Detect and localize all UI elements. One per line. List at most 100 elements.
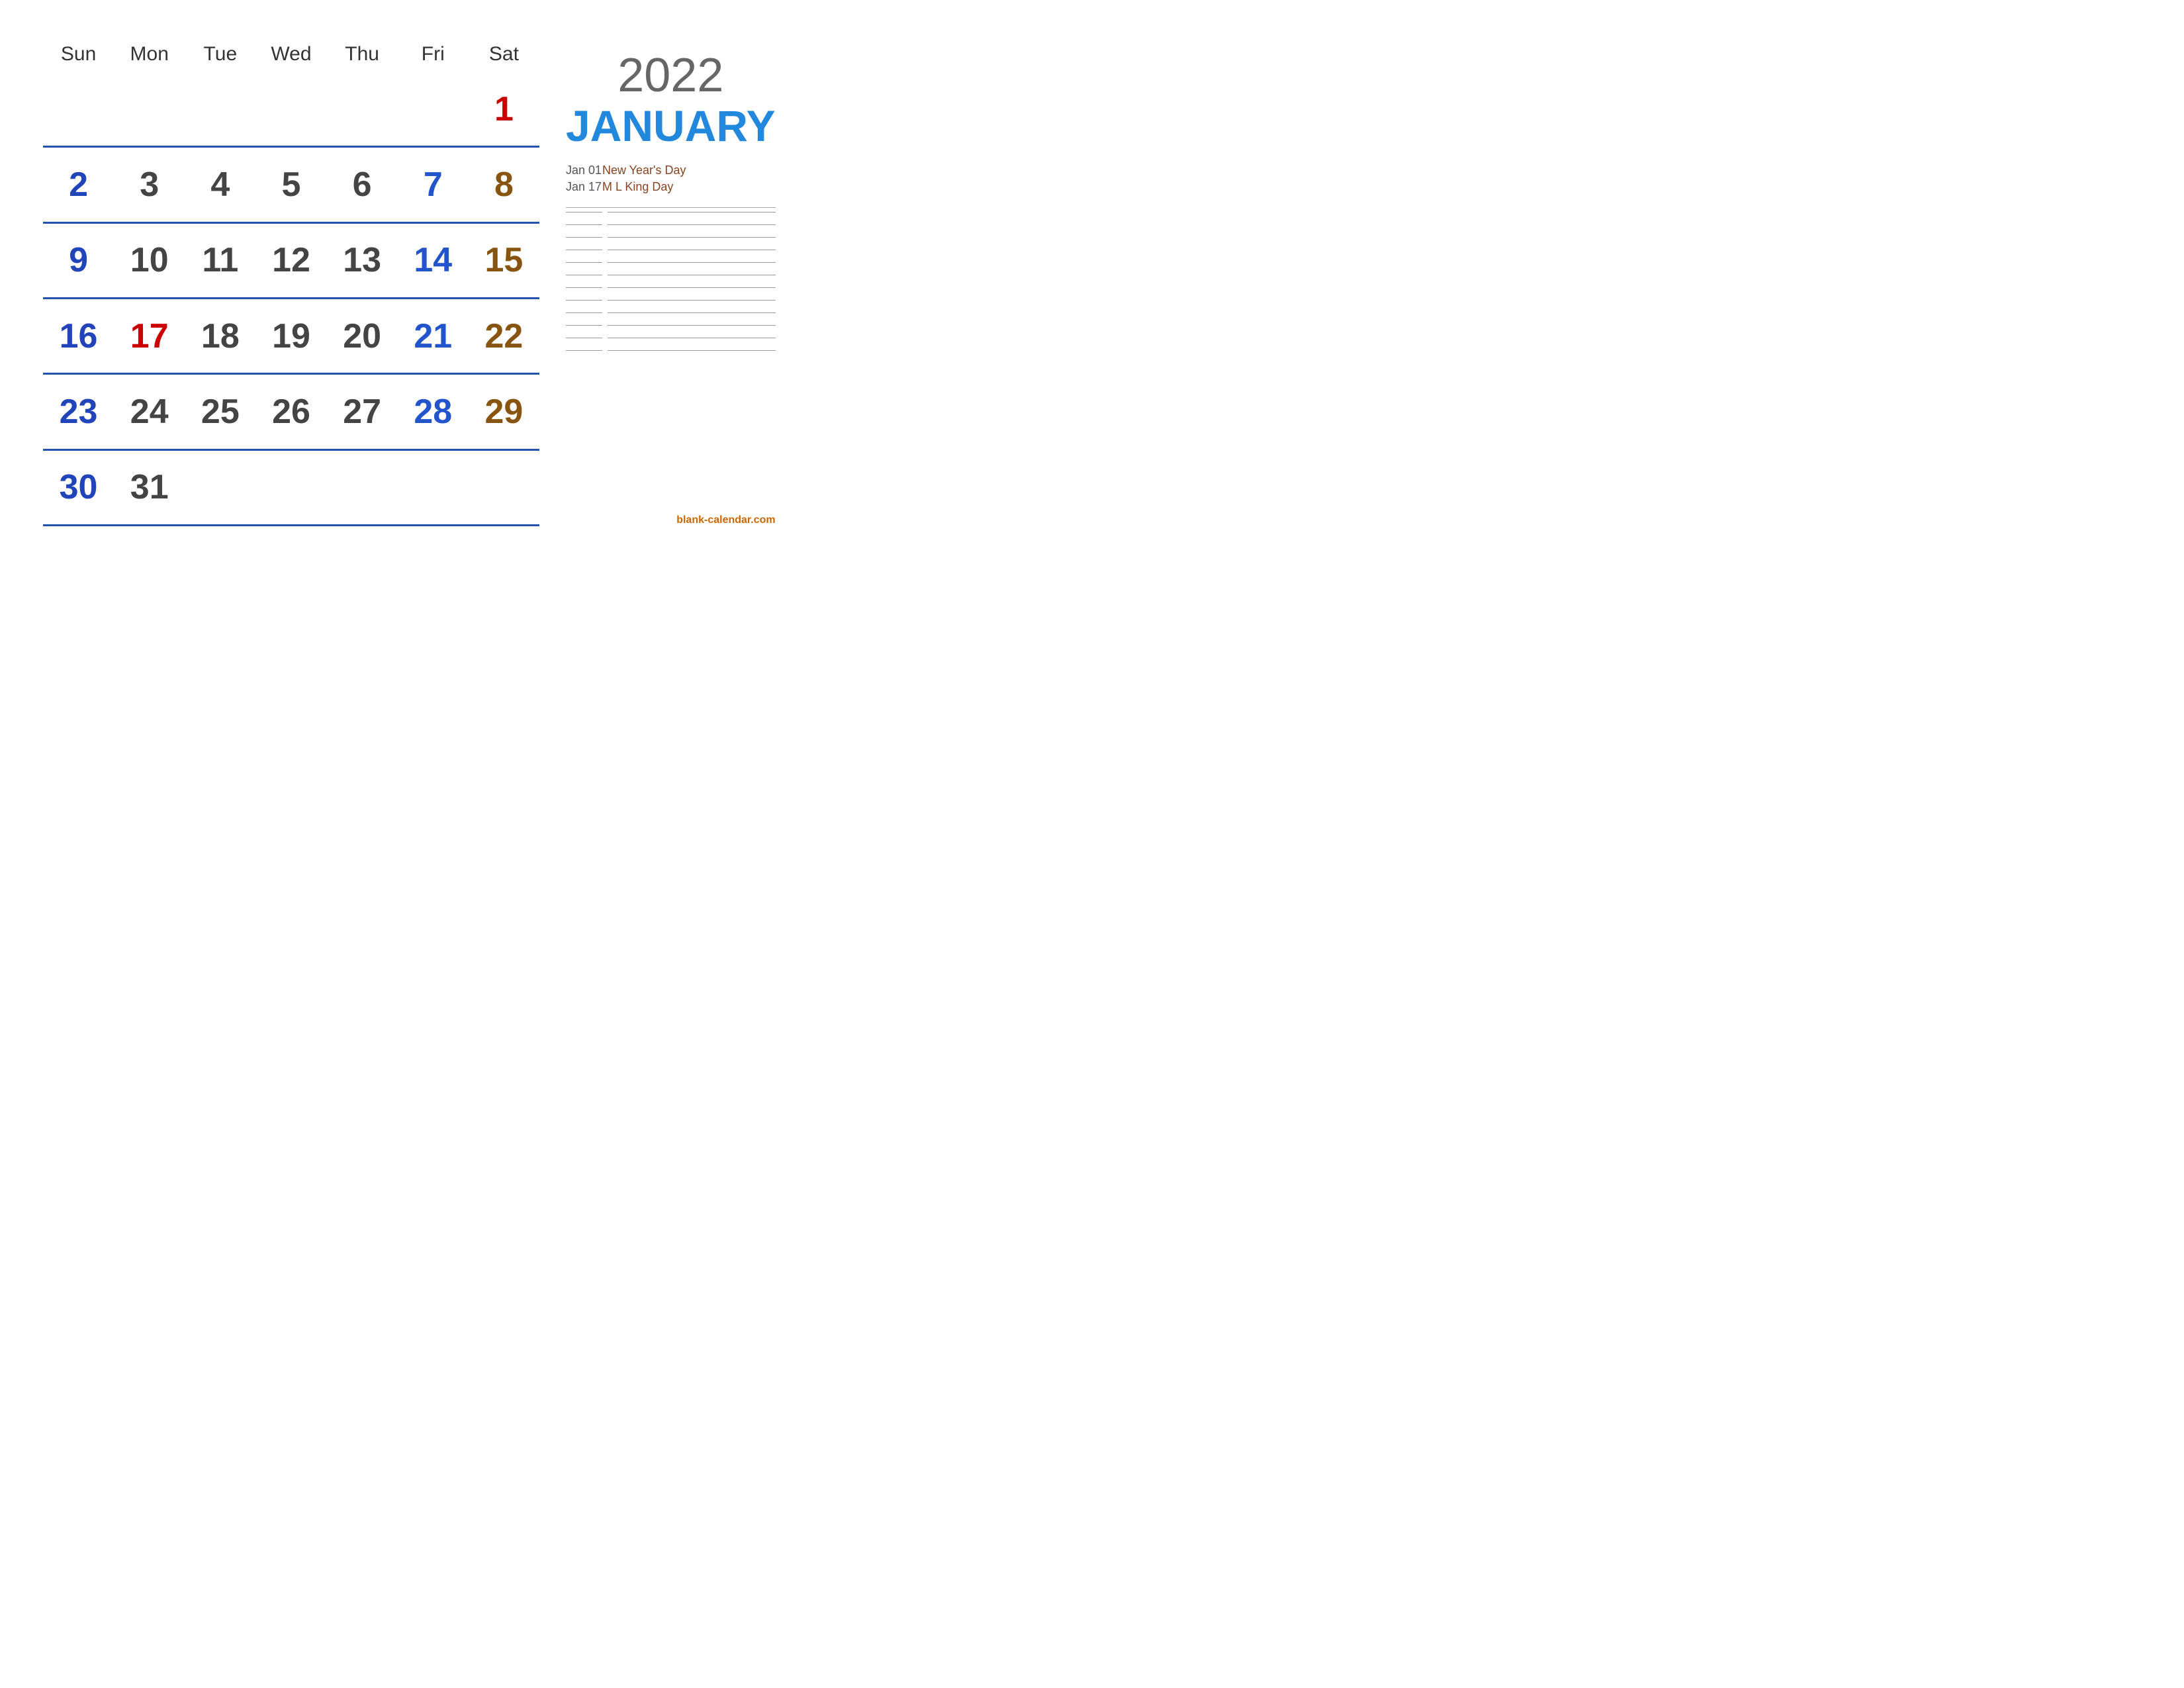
day-cell: 10 xyxy=(114,238,185,283)
year-display: 2022 xyxy=(566,50,776,102)
notes-text-line xyxy=(608,237,776,238)
day-cell: 15 xyxy=(469,238,539,283)
notes-text-line xyxy=(608,224,776,225)
day-cell: 25 xyxy=(185,389,255,434)
calendar-page: SunMonTueWedThuFriSat 123456789101112131… xyxy=(17,17,711,546)
day-cell xyxy=(43,104,114,115)
day-cell xyxy=(327,104,398,115)
notes-date-line xyxy=(566,312,602,313)
notes-date-line xyxy=(566,224,602,225)
day-cell xyxy=(185,482,255,492)
week-row-0: 1 xyxy=(43,72,539,148)
day-cell: 29 xyxy=(469,389,539,434)
day-cell xyxy=(185,104,255,115)
notes-text-line xyxy=(608,262,776,263)
day-cell: 23 xyxy=(43,389,114,434)
holiday-name: M L King Day xyxy=(602,180,673,194)
notes-row xyxy=(566,350,776,351)
day-cell: 22 xyxy=(469,314,539,359)
day-cell xyxy=(255,482,326,492)
day-cell xyxy=(255,104,326,115)
day-header-tue: Tue xyxy=(185,43,255,68)
day-cell xyxy=(469,482,539,492)
week-numbers-3: 16171819202122 xyxy=(43,299,539,373)
notes-date-line xyxy=(566,287,602,288)
day-cell: 20 xyxy=(327,314,398,359)
notes-text-line xyxy=(608,287,776,288)
day-cell: 30 xyxy=(43,465,114,510)
notes-text-line xyxy=(608,325,776,326)
day-cell: 21 xyxy=(398,314,469,359)
day-cell: 9 xyxy=(43,238,114,283)
holiday-name: New Year's Day xyxy=(602,164,686,177)
calendar-grid: 1234567891011121314151617181920212223242… xyxy=(43,72,539,526)
notes-text-line xyxy=(608,350,776,351)
watermark: blank-calendar.com xyxy=(566,508,776,526)
notes-date-line xyxy=(566,350,602,351)
day-cell: 16 xyxy=(43,314,114,359)
notes-row xyxy=(566,237,776,238)
day-header-sat: Sat xyxy=(469,43,539,68)
month-display: JANUARY xyxy=(566,102,776,150)
notes-date-line xyxy=(566,300,602,301)
day-header-sun: Sun xyxy=(43,43,114,68)
day-cell xyxy=(398,104,469,115)
holiday-date: Jan 01 xyxy=(566,164,602,177)
week-row-1: 2345678 xyxy=(43,148,539,223)
day-cell: 11 xyxy=(185,238,255,283)
holiday-date: Jan 17 xyxy=(566,180,602,194)
holiday-separator xyxy=(566,207,776,208)
week-row-5: 3031 xyxy=(43,451,539,526)
day-cell: 14 xyxy=(398,238,469,283)
day-cell: 3 xyxy=(114,162,185,207)
week-row-2: 9101112131415 xyxy=(43,224,539,299)
day-cell: 7 xyxy=(398,162,469,207)
day-cell: 1 xyxy=(469,87,539,132)
notes-date-line xyxy=(566,262,602,263)
day-cell: 18 xyxy=(185,314,255,359)
week-numbers-5: 3031 xyxy=(43,451,539,524)
holiday-item: Jan 17M L King Day xyxy=(566,180,776,194)
day-cell: 12 xyxy=(255,238,326,283)
week-separator-5 xyxy=(43,524,539,526)
day-cell: 26 xyxy=(255,389,326,434)
day-cell: 4 xyxy=(185,162,255,207)
day-cell: 28 xyxy=(398,389,469,434)
holiday-item: Jan 01New Year's Day xyxy=(566,164,776,177)
day-cell: 2 xyxy=(43,162,114,207)
notes-row xyxy=(566,287,776,288)
calendar-grid-section: SunMonTueWedThuFriSat 123456789101112131… xyxy=(43,43,539,526)
notes-row xyxy=(566,325,776,326)
day-cell: 31 xyxy=(114,465,185,510)
notes-row xyxy=(566,300,776,301)
day-cell xyxy=(327,482,398,492)
day-header-thu: Thu xyxy=(327,43,398,68)
notes-row xyxy=(566,312,776,313)
day-cell: 8 xyxy=(469,162,539,207)
week-row-3: 16171819202122 xyxy=(43,299,539,375)
day-cell: 24 xyxy=(114,389,185,434)
info-section: 2022 JANUARY Jan 01New Year's DayJan 17M… xyxy=(553,43,776,526)
day-header-mon: Mon xyxy=(114,43,185,68)
day-cell: 27 xyxy=(327,389,398,434)
day-cell xyxy=(114,104,185,115)
day-header-wed: Wed xyxy=(255,43,326,68)
day-cell: 13 xyxy=(327,238,398,283)
holidays-list: Jan 01New Year's DayJan 17M L King Day xyxy=(566,164,776,197)
day-cell xyxy=(398,482,469,492)
week-numbers-1: 2345678 xyxy=(43,148,539,221)
day-cell: 6 xyxy=(327,162,398,207)
notes-text-line xyxy=(608,312,776,313)
day-headers: SunMonTueWedThuFriSat xyxy=(43,43,539,68)
notes-date-line xyxy=(566,325,602,326)
week-row-4: 23242526272829 xyxy=(43,375,539,450)
day-header-fri: Fri xyxy=(398,43,469,68)
notes-date-line xyxy=(566,237,602,238)
notes-section xyxy=(566,212,776,508)
notes-row xyxy=(566,262,776,263)
notes-text-line xyxy=(608,300,776,301)
day-cell: 5 xyxy=(255,162,326,207)
day-cell: 17 xyxy=(114,314,185,359)
day-cell: 19 xyxy=(255,314,326,359)
week-numbers-0: 1 xyxy=(43,72,539,146)
